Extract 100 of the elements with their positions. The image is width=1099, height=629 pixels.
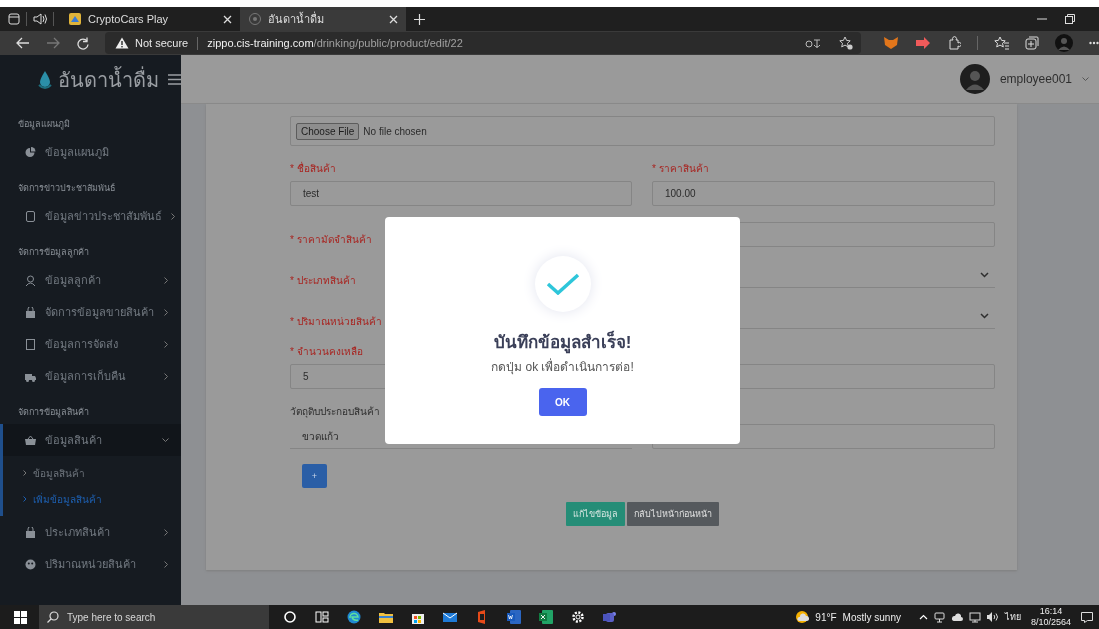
refresh-icon[interactable] [76,36,89,50]
read-aloud-icon[interactable] [805,37,821,49]
sidebar-item[interactable]: ข้อมูลข่าวประชาสัมพันธ์ [0,200,181,232]
submenu-item[interactable]: เพิ่มข้อมูลสินค้า [3,486,181,512]
cortana-icon[interactable] [283,610,297,624]
chevron-right-icon [164,528,169,536]
chevron-right-icon [164,340,169,348]
mail-icon[interactable] [443,610,457,624]
user-name[interactable]: employee001 [999,72,1072,86]
chevron-down-icon[interactable] [1082,76,1089,82]
user-avatar[interactable] [959,64,990,94]
device-icon[interactable] [933,611,945,623]
excel-icon[interactable] [539,610,553,624]
smiley-icon [25,558,36,570]
folder-icon[interactable] [379,610,393,624]
checkmark-icon [545,273,580,295]
rectangle-icon [25,338,36,350]
taskbar-search-field[interactable]: Type here to search [39,605,269,629]
close-icon[interactable] [223,14,232,24]
new-tab-icon[interactable] [414,13,425,25]
field-label: * ปริมาณหน่วยสินค้า [290,315,382,329]
settings-icon[interactable] [571,610,585,624]
notification-icon[interactable] [1081,611,1093,623]
teams-icon[interactable] [603,610,617,624]
browser-tab[interactable]: อันดาน้ำดื่ม [240,7,406,31]
menu-icon[interactable] [168,74,181,85]
ok-button[interactable]: OK [538,388,587,416]
sidebar-item[interactable]: ข้อมูลการจัดส่ง [0,328,181,360]
cloud-icon[interactable] [950,612,963,622]
weather-condition[interactable]: Mostly sunny [842,611,901,623]
add-button[interactable]: + [302,464,327,488]
edge-browser-icon[interactable] [347,610,361,624]
field-label: * ประเภทสินค้า [290,274,356,288]
chevron-down-icon [980,313,989,319]
favorites-icon[interactable] [994,36,1009,50]
network-icon[interactable] [968,611,981,623]
word-icon[interactable] [507,610,521,624]
submenu-item[interactable]: ข้อมูลสินค้า [3,460,181,486]
sidebar-item[interactable]: ประเภทสินค้า [0,516,181,548]
water-drop-icon [38,69,52,90]
security-label[interactable]: Not secure [135,37,189,49]
weather-sun-icon[interactable] [795,610,810,624]
volume-icon[interactable] [986,612,999,622]
browser-tab[interactable]: CryptoCars Play [60,7,240,31]
choose-file-button[interactable]: Choose File [296,122,360,140]
more-options-icon[interactable] [1089,41,1099,45]
search-icon [47,611,59,623]
field-label: * ราคาสินค้า [652,162,709,176]
sidebar-item[interactable]: จัดการข้อมูลขายสินค้า [0,296,181,328]
address-bar[interactable]: Not secure zippo.cis-training.com/drinking/public/product/edit/22 [105,32,861,54]
favorite-add-icon[interactable] [839,36,853,50]
globe-icon [248,12,262,26]
field-label: * จำนวนคงเหลือ [290,345,363,359]
dialog-message: กดปุ่ม ok เพื่อดำเนินการต่อ! [491,359,634,375]
section-title: จัดการข้อมูลสินค้า [17,406,90,420]
file-status: No file chosen [363,125,427,137]
field-label: * ชื่อสินค้า [290,162,336,176]
speaker-icon[interactable] [33,13,47,25]
fox-extension-icon[interactable] [883,36,899,50]
basket-icon [25,434,36,446]
taskbar-clock[interactable]: 16:14 8/10/2564 [1030,606,1071,628]
brand-name: อันดาน้ำดื่ม [58,65,160,93]
sidebar-item[interactable]: ข้อมูลการเก็บคืน [0,360,181,392]
chevron-down-icon [980,272,989,278]
site-logo-icon [68,12,82,26]
section-title: จัดการข่าวประชาสัมพันธ์ [17,182,116,195]
chevron-up-icon[interactable] [918,614,928,620]
chevron-right-icon [164,308,169,316]
sidebar-item[interactable]: ข้อมูลแผนภูมิ [0,136,181,168]
task-view-icon[interactable] [315,610,329,624]
field-label: วัตถุดิบประกอบสินค้า [290,405,380,419]
sidebar-item[interactable]: ข้อมูลลูกค้า [0,264,181,296]
extensions-icon[interactable] [947,36,961,50]
section-title: ข้อมูลแผนภูมิ [17,118,71,132]
input-field[interactable]: 100.00 [652,181,995,206]
save-button[interactable]: แก้ไขข้อมูล [566,502,625,526]
forward-icon[interactable] [46,37,60,49]
back-button[interactable]: กลับไปหน้าก่อนหน้า [627,502,719,526]
profile-avatar-icon[interactable] [1055,34,1073,52]
dialog-title: บันทึกข้อมูลสำเร็จ! [493,332,632,354]
chevron-right-icon [171,212,176,220]
url-path: /drinking/public/product/edit/22 [313,37,463,49]
warning-icon [115,37,129,49]
sidebar-item[interactable]: ข้อมูลสินค้า [0,424,181,456]
user-icon [25,274,36,286]
chevron-right-icon [164,372,169,380]
input-language[interactable]: ไทย [1004,610,1021,624]
back-icon[interactable] [16,37,30,49]
restore-icon[interactable] [1065,14,1075,24]
sidebar-item[interactable]: ปริมาณหน่วยสินค้า [0,548,181,580]
tab-actions-icon[interactable] [8,13,20,25]
arrow-extension-icon[interactable] [915,37,931,49]
close-icon[interactable] [389,14,398,24]
file-input[interactable]: Choose File No file chosen [290,116,995,146]
bag-icon [25,306,36,318]
chevron-right-icon [164,560,169,568]
weather-temperature[interactable]: 91°F [815,611,837,623]
collections-icon[interactable] [1025,36,1039,50]
windows-start-icon[interactable] [14,610,27,624]
input-field[interactable]: test [290,181,632,206]
